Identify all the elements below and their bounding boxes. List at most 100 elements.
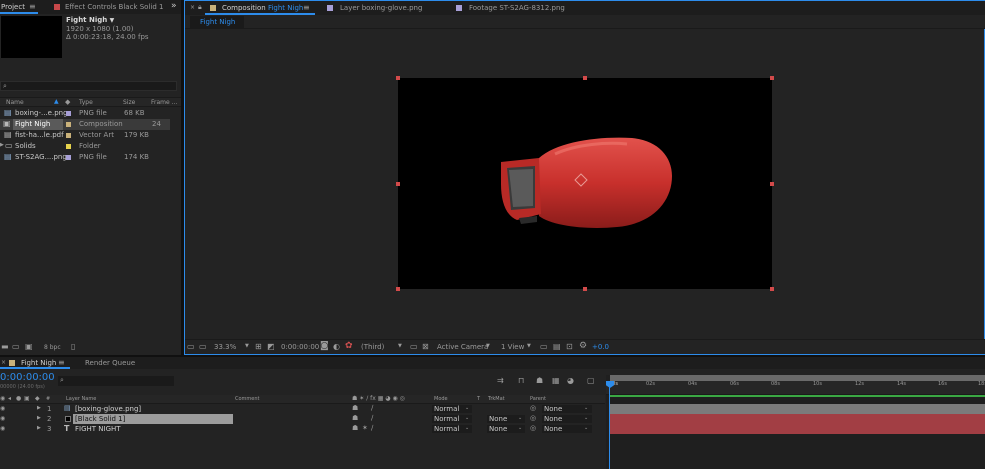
layer-duration-bar[interactable] <box>610 404 985 414</box>
timecode-display[interactable]: 0:00:00:00 <box>281 344 319 351</box>
layer-duration-bar[interactable] <box>610 424 985 434</box>
new-composition-icon[interactable]: ▣ <box>25 343 33 351</box>
transform-handle[interactable] <box>583 287 587 291</box>
anchor-switch-icon[interactable]: ☗ <box>352 415 358 422</box>
motion-blur-icon[interactable]: ◕ <box>567 377 574 385</box>
panel-overflow-icon[interactable]: » <box>171 2 177 11</box>
region-of-interest-icon[interactable]: ▭ <box>410 343 418 351</box>
graph-editor-icon[interactable]: ▢ <box>587 377 595 385</box>
grid-icon[interactable]: ⊞ <box>255 343 262 351</box>
close-tab-icon[interactable]: × <box>1 360 6 366</box>
parent-dropdown[interactable]: None ⌄ <box>542 415 592 423</box>
time-ruler[interactable]: 00s 02s 04s 06s 08s 10s 12s 14s 16s 18s <box>606 381 985 395</box>
interpret-footage-icon[interactable]: ▬ <box>1 343 9 351</box>
mode-dropdown[interactable]: Normal ⌄ <box>432 405 472 413</box>
expand-arrow-icon[interactable]: ▶ <box>37 426 41 431</box>
mode-dropdown[interactable]: Normal ⌄ <box>432 425 472 433</box>
lock-icon[interactable]: 🔒︎ <box>198 4 202 11</box>
parent-dropdown[interactable]: None ⌄ <box>542 425 592 433</box>
list-item[interactable]: ▤ boxing-...e.png PNG file 68 KB <box>0 108 170 119</box>
mode-dropdown[interactable]: Normal ⌄ <box>432 415 472 423</box>
list-item[interactable]: ▤ fist-ha...le.pdf Vector Art 179 KB <box>0 130 170 141</box>
views-dropdown[interactable]: 1 View <box>501 344 524 351</box>
tag-icon[interactable]: ◆ <box>35 396 40 402</box>
composition-mini-flowchart-icon[interactable]: ⇉ <box>497 377 504 385</box>
quality-switch-icon[interactable]: ∕ <box>371 415 373 422</box>
column-t[interactable]: T <box>477 397 480 402</box>
flowchart-icon[interactable]: ⚙ <box>579 342 587 351</box>
column-layer-name[interactable]: Layer Name <box>66 397 96 402</box>
resolution-dropdown[interactable]: (Third) <box>361 344 384 351</box>
parent-pickwhip-icon[interactable]: ◎ <box>530 425 536 432</box>
trkmat-dropdown[interactable]: None ⌄ <box>487 425 525 433</box>
list-item[interactable]: ▶ ▭ Solids Folder <box>0 141 170 152</box>
fast-preview-icon[interactable]: ▤ <box>553 343 561 351</box>
timeline-track-area[interactable]: 00s 02s 04s 06s 08s 10s 12s 14s 16s 18s <box>606 375 985 469</box>
timeline-timecode[interactable]: 0:00:00:00 <box>0 373 55 383</box>
camera-dropdown[interactable]: Active Camera <box>437 344 488 351</box>
chevron-down-icon[interactable]: ▼ <box>486 344 490 349</box>
panel-menu-icon[interactable]: ≡ <box>29 3 36 11</box>
layer-duration-bar[interactable] <box>610 414 985 424</box>
tab-footage[interactable]: Footage ST-S2AG-8312.png <box>469 5 565 12</box>
project-search-field[interactable]: ⌕ <box>0 81 177 91</box>
tab-composition[interactable]: Composition Fight Nigh <box>222 5 303 12</box>
transform-handle[interactable] <box>770 76 774 80</box>
snapshot-icon[interactable]: ◙ <box>320 342 329 351</box>
always-preview-icon[interactable]: ▭ <box>187 343 195 351</box>
column-trkmat[interactable]: TrkMat <box>488 397 505 402</box>
solo-icon[interactable]: ● <box>16 396 21 402</box>
panel-menu-icon[interactable]: ≡ <box>303 4 310 12</box>
eye-icon[interactable]: ◉ <box>0 396 5 402</box>
column-size[interactable]: Size <box>123 100 135 106</box>
draft-3d-icon[interactable]: ⊓ <box>518 377 524 385</box>
parent-pickwhip-icon[interactable]: ◎ <box>530 405 536 412</box>
timeline-search-field[interactable]: ⌕ <box>58 376 174 386</box>
list-item[interactable]: ▤ ST-S2AG....png PNG file 174 KB <box>0 152 170 163</box>
eye-icon[interactable]: ◉ <box>0 426 5 432</box>
eye-icon[interactable]: ◉ <box>0 416 5 422</box>
label-tag-icon[interactable]: ◆ <box>65 99 70 106</box>
transform-handle[interactable] <box>396 287 400 291</box>
collapse-switch-icon[interactable]: ✶ <box>362 425 368 432</box>
monitor-icon[interactable]: ▭ <box>199 343 207 351</box>
column-name[interactable]: Name <box>6 100 24 106</box>
transform-handle[interactable] <box>583 76 587 80</box>
column-frame-rate[interactable]: Frame ... <box>151 100 177 106</box>
toggle-pixel-icon[interactable]: ▭ <box>540 343 548 351</box>
column-type[interactable]: Type <box>79 100 93 106</box>
layer-name-field[interactable]: [Black Solid 1] <box>73 414 233 424</box>
tab-effect-controls[interactable]: Effect Controls Black Solid 1 <box>65 4 163 11</box>
column-comment[interactable]: Comment <box>235 397 260 402</box>
transparency-grid-icon[interactable]: ⊠ <box>422 343 429 351</box>
quality-switch-icon[interactable]: ∕ <box>371 425 373 432</box>
audio-icon[interactable]: ◂ <box>8 396 11 402</box>
list-item[interactable]: ▣ Fight Nigh Composition 24 <box>0 119 170 130</box>
panel-menu-icon[interactable]: ≡ <box>58 359 65 367</box>
caret-down-icon[interactable]: ▼ <box>110 17 115 24</box>
shy-layers-icon[interactable]: ☗ <box>536 377 543 385</box>
sort-ascending-icon[interactable]: ▲ <box>54 99 59 105</box>
timeline-icon[interactable]: ⊡ <box>566 343 573 351</box>
mask-icon[interactable]: ◩ <box>267 343 275 351</box>
parent-pickwhip-icon[interactable]: ◎ <box>530 415 536 422</box>
playhead-line[interactable] <box>609 381 610 469</box>
zoom-dropdown[interactable]: 33.3% <box>214 344 236 351</box>
exposure-value[interactable]: +0.0 <box>592 344 609 351</box>
switches-icons[interactable]: ☗ ✶ ∕ fx ▦ ◕ ◉ ◎ <box>352 396 405 402</box>
boxing-glove-image[interactable] <box>497 134 677 230</box>
anchor-switch-icon[interactable]: ☗ <box>352 405 358 412</box>
trkmat-dropdown[interactable]: None ⌄ <box>487 415 525 423</box>
show-snapshot-icon[interactable]: ◐ <box>333 343 340 351</box>
transform-handle[interactable] <box>770 182 774 186</box>
anchor-switch-icon[interactable]: ☗ <box>352 425 358 432</box>
comp-canvas[interactable] <box>396 76 774 291</box>
expand-arrow-icon[interactable]: ▶ <box>0 143 4 148</box>
transform-handle[interactable] <box>396 182 400 186</box>
transform-handle[interactable] <box>396 76 400 80</box>
new-folder-icon[interactable]: ▭ <box>12 343 20 351</box>
expand-arrow-icon[interactable]: ▶ <box>37 406 41 411</box>
layer-row[interactable]: ◉ ▶ 3 T FIGHT NIGHT ☗ ✶ ∕ Normal ⌄ None … <box>0 424 605 434</box>
column-parent[interactable]: Parent <box>530 397 546 402</box>
eye-icon[interactable]: ◉ <box>0 406 5 412</box>
